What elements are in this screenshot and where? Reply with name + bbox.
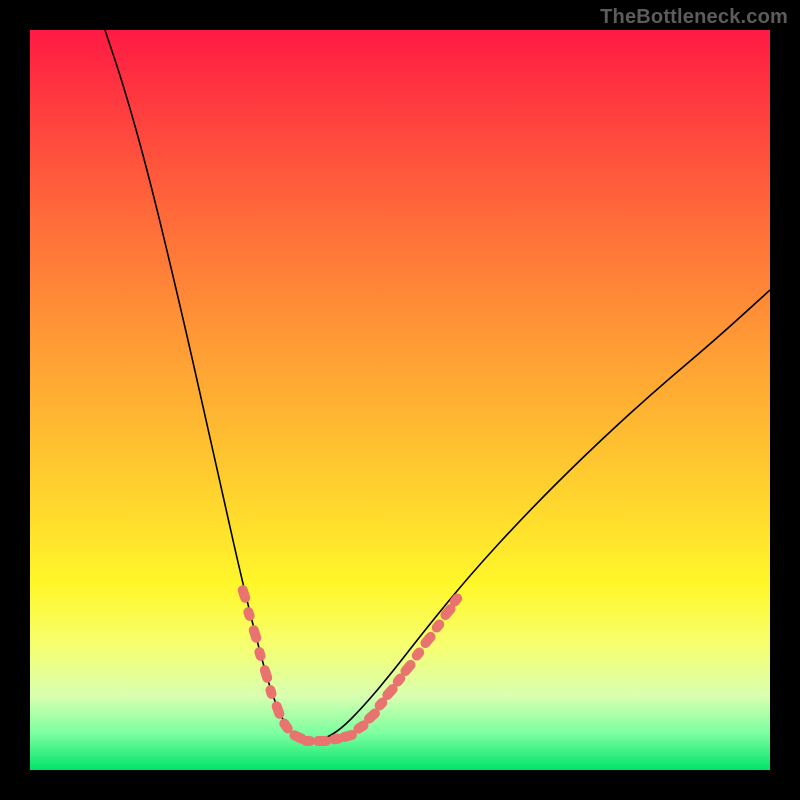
bead-markers [236,584,464,746]
bead-marker [418,630,437,650]
chart-overlay [30,30,770,770]
bead-marker [264,684,277,700]
bead-marker [313,736,331,746]
bead-marker [259,664,274,684]
watermark-label: TheBottleneck.com [600,6,788,29]
bead-marker [247,624,262,644]
bead-marker [253,646,267,662]
v-curve [105,30,770,742]
bead-marker [236,584,251,604]
bead-marker [270,700,286,720]
bead-marker [242,606,256,622]
bead-marker [430,617,447,634]
bead-marker [301,736,315,746]
bead-marker [410,645,427,662]
